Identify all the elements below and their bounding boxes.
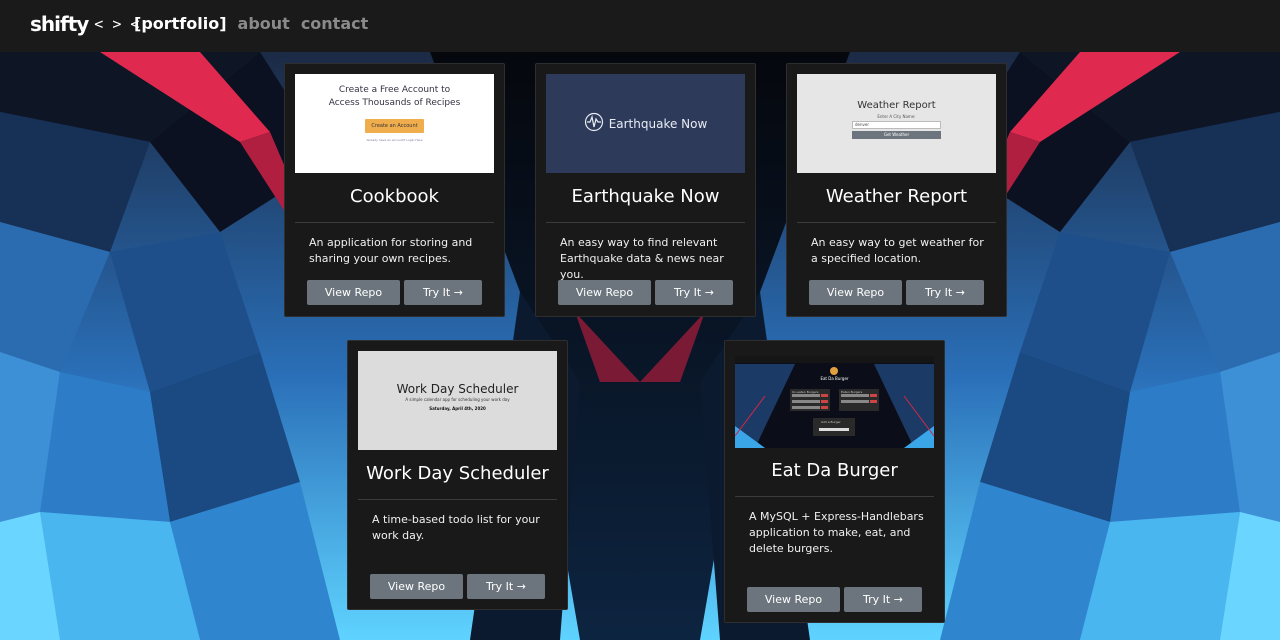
seismograph-icon — [584, 112, 604, 136]
project-description: A MySQL + Express-Handlebars application… — [749, 510, 924, 555]
try-it-button[interactable]: Try It → — [844, 587, 922, 612]
thumb-form-label: Add a Burger — [821, 420, 841, 424]
thumb-button: Get Weather — [852, 131, 941, 139]
thumb-heading: Eat Da Burger — [820, 376, 849, 381]
thumb-input: denver — [852, 121, 941, 129]
project-title: Cookbook — [350, 186, 439, 207]
burger-app-screenshot — [735, 356, 934, 448]
project-card-work-day-scheduler: Work Day Scheduler A simple calendar app… — [347, 340, 568, 610]
project-title: Weather Report — [825, 186, 968, 207]
view-repo-button[interactable]: View Repo — [809, 280, 902, 305]
project-title: Earthquake Now — [571, 186, 720, 207]
project-description: A time-based todo list for your work day… — [372, 513, 540, 542]
thumb-date: Saturday, April 4th, 2020 — [429, 406, 486, 411]
thumb-small-text: Already have an account? Login Here — [366, 138, 423, 142]
project-thumbnail[interactable]: Work Day Scheduler A simple calendar app… — [358, 351, 557, 450]
card-divider — [358, 499, 557, 500]
brand-name: shifty — [30, 12, 89, 36]
thumb-label: Earthquake Now — [608, 116, 708, 131]
project-card-earthquake-now: Earthquake Now Earthquake Now An easy wa… — [535, 63, 756, 317]
card-actions: View Repo Try It → — [307, 280, 482, 305]
view-repo-button[interactable]: View Repo — [307, 280, 400, 305]
project-thumbnail[interactable]: Eat Da Burger Un-eaten Burgers Eaten Bur… — [735, 356, 934, 448]
project-description: An easy way to find relevant Earthquake … — [560, 236, 724, 281]
thumb-subheading: A simple calendar app for scheduling you… — [405, 397, 510, 402]
project-title: Work Day Scheduler — [366, 463, 549, 484]
try-it-button[interactable]: Try It → — [906, 280, 984, 305]
view-repo-button[interactable]: View Repo — [370, 574, 463, 599]
try-it-button[interactable]: Try It → — [404, 280, 482, 305]
project-description: An application for storing and sharing y… — [309, 236, 473, 265]
nav-links: [portfolio] about contact — [134, 14, 368, 33]
top-navbar: shifty < > < [portfolio] about contact — [0, 0, 1280, 52]
project-thumbnail[interactable]: Earthquake Now — [546, 74, 745, 173]
project-description: An easy way to get weather for a specifi… — [811, 236, 984, 265]
thumb-heading: Create a Free Account to Access Thousand… — [328, 85, 461, 108]
card-actions: View Repo Try It → — [809, 280, 984, 305]
project-card-eat-da-burger: Eat Da Burger Un-eaten Burgers Eaten Bur… — [724, 340, 945, 623]
thumb-label: Enter A City Name: — [877, 114, 916, 119]
project-card-weather-report: Weather Report Enter A City Name: denver… — [786, 63, 1007, 317]
thumb-heading: Work Day Scheduler — [396, 382, 519, 396]
thumb-button: Create an Account — [365, 119, 424, 133]
card-divider — [797, 222, 996, 223]
card-divider — [295, 222, 494, 223]
nav-link-contact[interactable]: contact — [301, 14, 368, 33]
card-actions: View Repo Try It → — [747, 587, 922, 612]
card-actions: View Repo Try It → — [370, 574, 545, 599]
nav-link-about[interactable]: about — [238, 14, 290, 33]
project-thumbnail[interactable]: Create a Free Account to Access Thousand… — [295, 74, 494, 173]
card-divider — [735, 496, 934, 497]
card-actions: View Repo Try It → — [558, 280, 733, 305]
brand-logo[interactable]: shifty < > < — [30, 12, 139, 36]
project-card-cookbook: Create a Free Account to Access Thousand… — [284, 63, 505, 317]
thumb-heading: Weather Report — [857, 100, 936, 111]
view-repo-button[interactable]: View Repo — [558, 280, 651, 305]
card-divider — [546, 222, 745, 223]
thumb-left-column: Un-eaten Burgers — [792, 390, 819, 394]
project-title: Eat Da Burger — [771, 460, 898, 481]
nav-link-portfolio[interactable]: [portfolio] — [134, 14, 227, 33]
try-it-button[interactable]: Try It → — [467, 574, 545, 599]
thumb-right-column: Eaten Burgers — [841, 390, 863, 394]
project-thumbnail[interactable]: Weather Report Enter A City Name: denver… — [797, 74, 996, 173]
try-it-button[interactable]: Try It → — [655, 280, 733, 305]
brand-code-glyph-icon: < > < — [94, 15, 140, 33]
view-repo-button[interactable]: View Repo — [747, 587, 840, 612]
